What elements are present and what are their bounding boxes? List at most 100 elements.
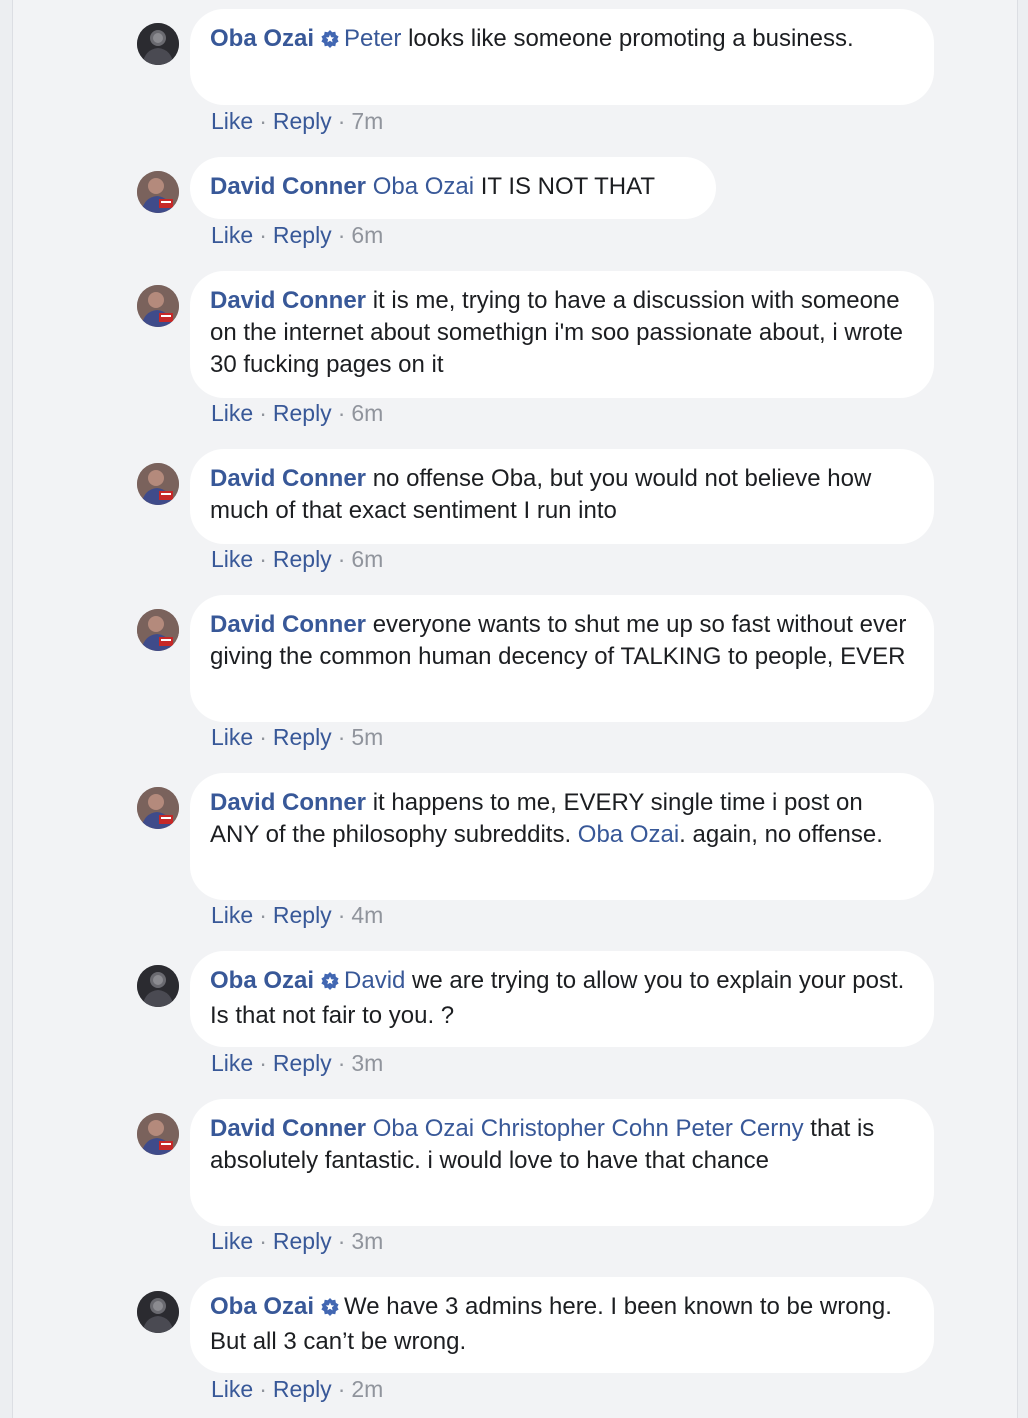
comment-timestamp[interactable]: 6m <box>351 222 383 248</box>
avatar[interactable] <box>137 463 179 505</box>
like-button[interactable]: Like <box>211 222 253 248</box>
avatar-david-conner-icon <box>137 787 179 829</box>
comment-timestamp[interactable]: 3m <box>351 1050 383 1076</box>
reply-button[interactable]: Reply <box>273 1228 332 1254</box>
avatar-david-conner-icon <box>137 285 179 327</box>
separator: · <box>337 108 346 134</box>
comment-mention[interactable]: Oba Ozai <box>578 821 679 848</box>
comment-bubble: David Conner it happens to me, EVERY sin… <box>190 773 934 900</box>
reply-button[interactable]: Reply <box>273 108 332 134</box>
comment-bubble: Oba Ozai We have 3 admins here. I been kn… <box>190 1277 934 1373</box>
comment-author[interactable]: Oba Ozai <box>210 25 314 52</box>
reply-button[interactable]: Reply <box>273 1050 332 1076</box>
comment-author[interactable]: David Conner <box>210 287 366 314</box>
comment-timestamp[interactable]: 3m <box>351 1228 383 1254</box>
reply-button[interactable]: Reply <box>273 400 332 426</box>
comment-mention[interactable]: Oba Ozai <box>373 173 474 200</box>
avatar[interactable] <box>137 171 179 213</box>
comment-bubble: David Conner everyone wants to shut me u… <box>190 595 934 722</box>
comment-author[interactable]: David Conner <box>210 789 366 816</box>
avatar-david-conner-icon <box>137 171 179 213</box>
avatar[interactable] <box>137 23 179 65</box>
comment-actions: Like · Reply · 3m <box>211 1227 383 1255</box>
comment-bubble: Oba Ozai David we are trying to allow you… <box>190 951 934 1047</box>
page-right-edge <box>1017 0 1028 1418</box>
separator: · <box>259 1050 267 1076</box>
avatar[interactable] <box>137 787 179 829</box>
like-button[interactable]: Like <box>211 724 253 750</box>
comment-text: we are trying to allow you to explain yo… <box>210 967 905 1029</box>
separator: · <box>259 108 267 134</box>
avatar-david-conner-icon <box>137 463 179 505</box>
like-button[interactable]: Like <box>211 1050 253 1076</box>
separator: · <box>337 222 346 248</box>
like-button[interactable]: Like <box>211 546 253 572</box>
like-button[interactable]: Like <box>211 108 253 134</box>
comment-actions: Like · Reply · 3m <box>211 1049 383 1077</box>
reply-button[interactable]: Reply <box>273 1376 332 1402</box>
comment-actions: Like · Reply · 2m <box>211 1375 383 1403</box>
like-button[interactable]: Like <box>211 1228 253 1254</box>
reply-button[interactable]: Reply <box>273 902 332 928</box>
comment-timestamp[interactable]: 2m <box>351 1376 383 1402</box>
comment-author[interactable]: Oba Ozai <box>210 1293 314 1320</box>
separator: · <box>259 222 267 248</box>
avatar[interactable] <box>137 1113 179 1155</box>
comment-author[interactable]: David Conner <box>210 1115 366 1142</box>
avatar-oba-ozai-icon <box>137 1291 179 1333</box>
separator: · <box>259 1228 267 1254</box>
avatar-david-conner-icon <box>137 609 179 651</box>
like-button[interactable]: Like <box>211 1376 253 1402</box>
comment-timestamp[interactable]: 4m <box>351 902 383 928</box>
separator: · <box>337 724 346 750</box>
comment-mention[interactable]: David <box>344 967 405 994</box>
verified-badge-icon <box>320 26 340 58</box>
separator: · <box>337 1050 346 1076</box>
reply-button[interactable]: Reply <box>273 546 332 572</box>
comment-bubble: David Conner no offense Oba, but you wou… <box>190 449 934 544</box>
avatar[interactable] <box>137 1291 179 1333</box>
separator: · <box>259 1376 267 1402</box>
comment-mention[interactable]: Oba Ozai <box>373 1115 474 1142</box>
comment-actions: Like · Reply · 6m <box>211 221 383 249</box>
reply-button[interactable]: Reply <box>273 222 332 248</box>
like-button[interactable]: Like <box>211 400 253 426</box>
separator: · <box>337 1228 346 1254</box>
comment-timestamp[interactable]: 7m <box>351 108 383 134</box>
avatar-oba-ozai-icon <box>137 23 179 65</box>
comment-bubble: David Conner Oba Ozai IT IS NOT THAT <box>190 157 716 219</box>
comment-text: looks like someone promoting a business. <box>401 25 854 52</box>
separator: · <box>259 724 267 750</box>
comment-text: IT IS NOT THAT <box>474 173 656 200</box>
comment-timestamp[interactable]: 5m <box>351 724 383 750</box>
avatar[interactable] <box>137 609 179 651</box>
comment-author[interactable]: David Conner <box>210 465 366 492</box>
page-left-edge <box>0 0 13 1418</box>
separator: · <box>337 902 346 928</box>
comment-bubble: David Conner it is me, trying to have a … <box>190 271 934 398</box>
separator: · <box>259 400 267 426</box>
avatar[interactable] <box>137 965 179 1007</box>
comment-actions: Like · Reply · 5m <box>211 723 383 751</box>
comment-mention[interactable]: Christopher Cohn <box>481 1115 669 1142</box>
avatar-david-conner-icon <box>137 1113 179 1155</box>
separator: · <box>259 902 267 928</box>
separator: · <box>259 546 267 572</box>
comment-actions: Like · Reply · 4m <box>211 901 383 929</box>
comment-mention[interactable]: Peter <box>344 25 401 52</box>
like-button[interactable]: Like <box>211 902 253 928</box>
comment-author[interactable]: Oba Ozai <box>210 967 314 994</box>
separator: · <box>337 546 346 572</box>
comment-timestamp[interactable]: 6m <box>351 546 383 572</box>
comment-actions: Like · Reply · 7m <box>211 107 383 135</box>
comment-bubble: Oba Ozai Peter looks like someone promoti… <box>190 9 934 105</box>
comment-author[interactable]: David Conner <box>210 173 366 200</box>
verified-badge-icon <box>320 968 340 1000</box>
reply-button[interactable]: Reply <box>273 724 332 750</box>
separator: · <box>337 1376 346 1402</box>
comment-mention[interactable]: Peter Cerny <box>676 1115 804 1142</box>
avatar-oba-ozai-icon <box>137 965 179 1007</box>
avatar[interactable] <box>137 285 179 327</box>
comment-timestamp[interactable]: 6m <box>351 400 383 426</box>
comment-author[interactable]: David Conner <box>210 611 366 638</box>
